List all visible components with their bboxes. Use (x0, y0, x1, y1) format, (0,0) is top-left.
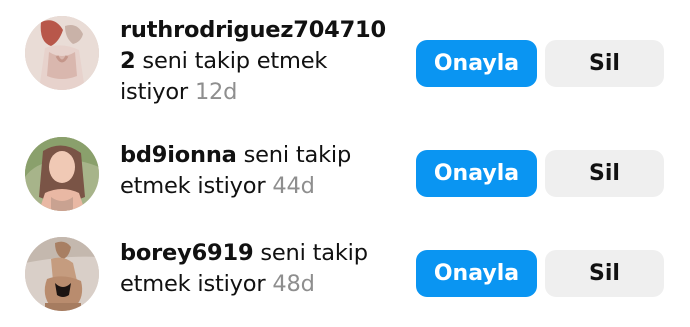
username[interactable]: bd9ionna (120, 142, 237, 168)
delete-button[interactable]: Sil (545, 250, 664, 297)
request-message-continued: etmek istiyor (120, 271, 273, 297)
request-message-continued: etmek istiyor (120, 173, 273, 199)
avatar[interactable] (25, 237, 99, 311)
delete-button[interactable]: Sil (545, 150, 664, 197)
request-message: seni takip (236, 142, 352, 168)
avatar-photo-icon (25, 16, 99, 90)
request-message: seni takip etmek (135, 48, 328, 74)
username-continued[interactable]: 2 (120, 48, 136, 74)
request-message: seni takip (253, 240, 368, 266)
avatar[interactable] (25, 137, 99, 211)
timestamp: 44d (272, 173, 315, 199)
confirm-button[interactable]: Onayla (416, 250, 537, 297)
request-text: bd9ionna seni takip etmek istiyor 44d (120, 140, 400, 202)
timestamp: 48d (272, 271, 315, 297)
avatar-photo-icon (25, 137, 99, 211)
confirm-button[interactable]: Onayla (416, 40, 537, 87)
request-text: borey6919 seni takip etmek istiyor 48d (120, 238, 400, 300)
delete-button[interactable]: Sil (545, 40, 664, 87)
timestamp: 12d (194, 79, 238, 105)
avatar[interactable] (25, 16, 99, 90)
request-text: ruthrodriguez704710 2 seni takip etmek i… (120, 15, 400, 108)
username[interactable]: ruthrodriguez704710 (120, 17, 386, 43)
username[interactable]: borey6919 (120, 240, 254, 266)
confirm-button[interactable]: Onayla (416, 150, 537, 197)
request-message-continued: istiyor (120, 79, 195, 105)
avatar-photo-icon (25, 237, 99, 311)
